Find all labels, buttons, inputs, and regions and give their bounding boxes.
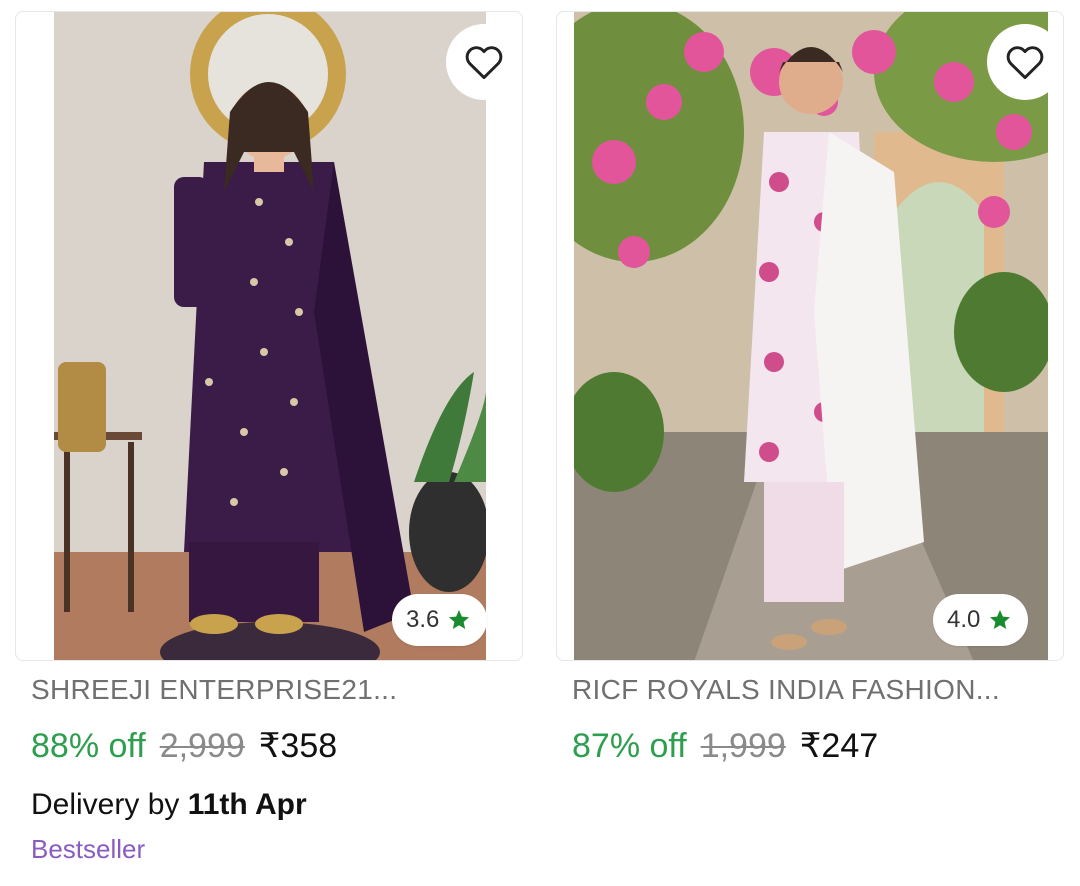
rating-badge: 4.0: [933, 594, 1029, 646]
product-grid: 3.6 SHREEJI ENTERPRISE21... 88% off 2,99…: [0, 0, 1080, 886]
star-icon: [449, 610, 470, 629]
delivery-date: 11th Apr: [187, 788, 307, 821]
rating-value: 3.6: [406, 606, 440, 633]
discount-label: 88% off: [31, 727, 146, 765]
bestseller-tag: Bestseller: [31, 834, 146, 864]
selling-price: ₹358: [258, 727, 338, 765]
product-image[interactable]: [54, 12, 486, 660]
brand-name[interactable]: SHREEJI ENTERPRISE21...: [31, 674, 501, 706]
price-row: 87% off 1,999 ₹247: [572, 726, 878, 766]
brand-name[interactable]: RICF ROYALS INDIA FASHION...: [572, 674, 1042, 706]
rating-badge: 3.6: [392, 594, 488, 646]
wishlist-button[interactable]: [446, 24, 522, 100]
discount-label: 87% off: [572, 727, 687, 765]
product-image[interactable]: [574, 12, 1048, 660]
delivery-prefix: Delivery by: [31, 788, 188, 821]
selling-price: ₹247: [799, 727, 879, 765]
product-image-container[interactable]: 3.6: [15, 11, 523, 661]
heart-outline-icon: [1006, 46, 1044, 80]
product-card[interactable]: 3.6 SHREEJI ENTERPRISE21... 88% off 2,99…: [15, 0, 525, 886]
delivery-info: Delivery by 11th Apr: [31, 788, 307, 822]
product-card[interactable]: 4.0 RICF ROYALS INDIA FASHION... 87% off…: [556, 0, 1066, 886]
original-price: 1,999: [700, 727, 786, 765]
star-icon: [990, 610, 1011, 629]
heart-outline-icon: [465, 46, 503, 80]
product-image-container[interactable]: 4.0: [556, 11, 1064, 661]
wishlist-button[interactable]: [987, 24, 1063, 100]
price-row: 88% off 2,999 ₹358: [31, 726, 337, 766]
original-price: 2,999: [159, 727, 245, 765]
rating-value: 4.0: [947, 606, 981, 633]
